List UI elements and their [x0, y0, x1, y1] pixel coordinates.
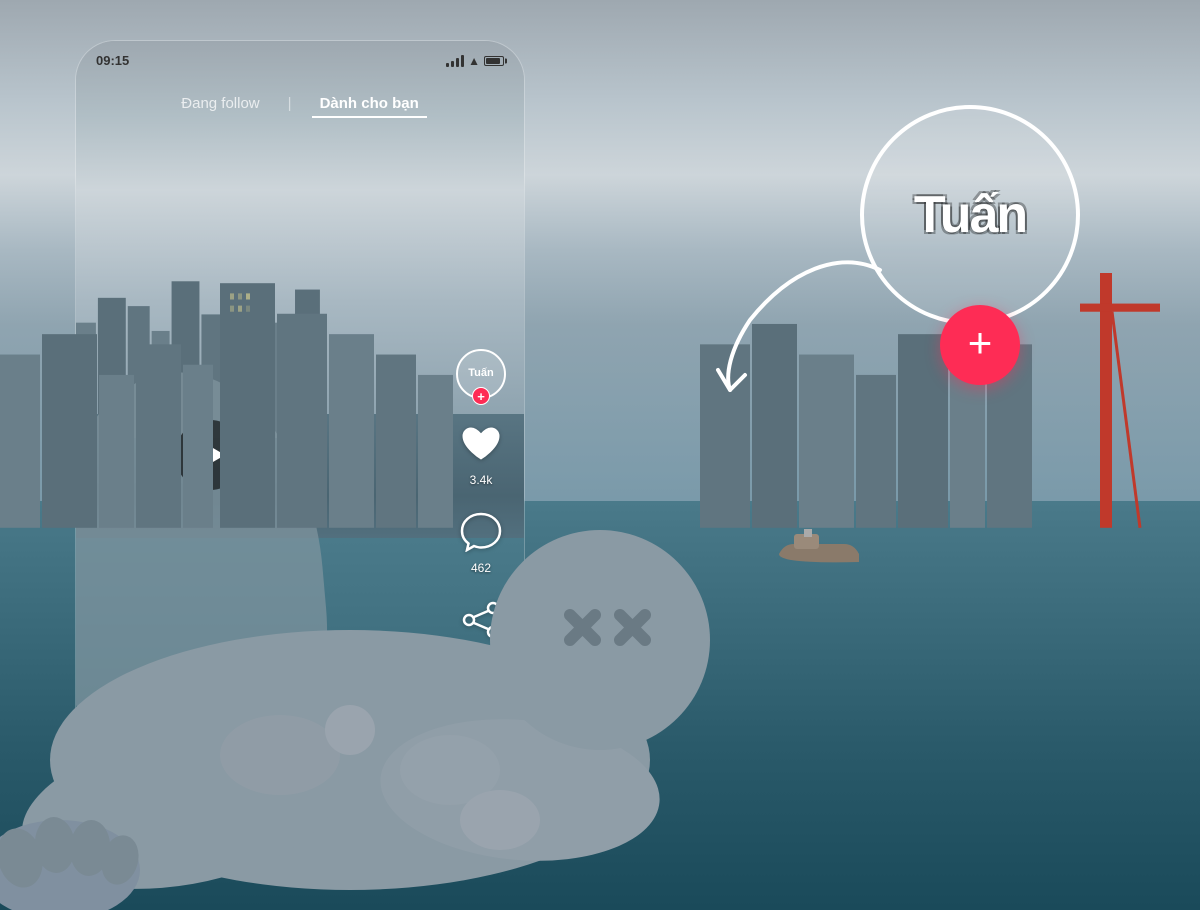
large-follow-button[interactable]: + [940, 305, 1020, 385]
signal-bar-4 [461, 55, 464, 67]
nav-tabs: Đang follow | Dành cho bạn [76, 91, 524, 118]
tab-following[interactable]: Đang follow [173, 91, 267, 118]
signal-icon [446, 55, 464, 67]
status-time: 09:15 [96, 53, 129, 68]
status-bar: 09:15 ▲ [96, 53, 504, 68]
large-plus-icon: + [968, 322, 993, 364]
signal-bar-1 [446, 63, 449, 67]
annotation-arrow [710, 240, 910, 400]
large-avatar-text: Tuấn [914, 185, 1026, 245]
wifi-icon: ▲ [468, 54, 480, 68]
signal-bar-3 [456, 58, 459, 67]
status-icons: ▲ [446, 54, 504, 68]
tab-divider: | [288, 91, 292, 118]
tab-for-you[interactable]: Dành cho bạn [312, 91, 427, 118]
tugboat-svg [774, 524, 864, 564]
kaws-sculpture [0, 210, 750, 910]
signal-bar-2 [451, 61, 454, 67]
battery-fill [486, 58, 500, 64]
battery-icon [484, 56, 504, 66]
